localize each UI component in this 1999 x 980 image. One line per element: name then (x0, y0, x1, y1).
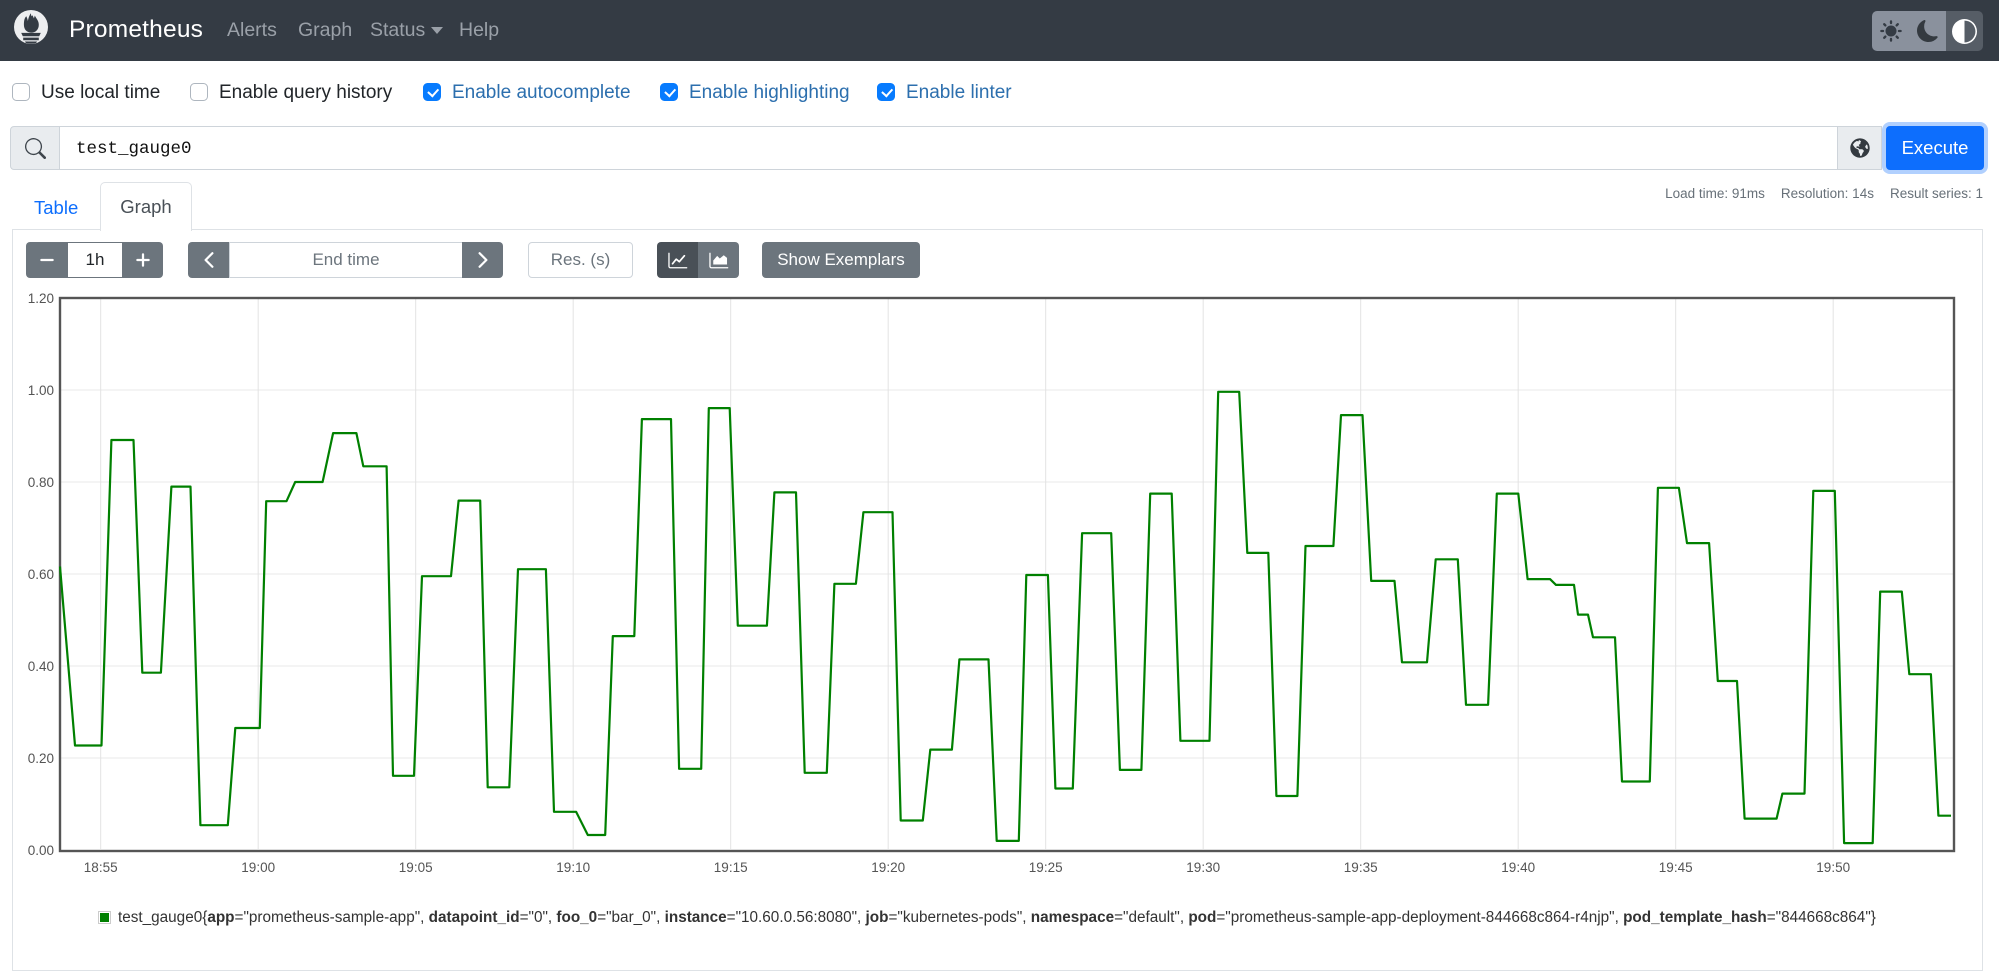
svg-text:1.00: 1.00 (28, 383, 54, 398)
svg-text:0.80: 0.80 (28, 475, 54, 490)
svg-text:18:55: 18:55 (84, 860, 118, 875)
svg-text:19:50: 19:50 (1816, 860, 1850, 875)
svg-text:0.60: 0.60 (28, 567, 54, 582)
svg-text:19:30: 19:30 (1186, 860, 1220, 875)
svg-text:0.20: 0.20 (28, 751, 54, 766)
svg-text:0.00: 0.00 (28, 843, 54, 858)
svg-text:19:05: 19:05 (399, 860, 433, 875)
svg-text:19:25: 19:25 (1029, 860, 1063, 875)
svg-text:19:20: 19:20 (871, 860, 905, 875)
svg-text:19:10: 19:10 (556, 860, 590, 875)
svg-text:19:35: 19:35 (1344, 860, 1378, 875)
svg-text:19:15: 19:15 (714, 860, 748, 875)
svg-text:19:00: 19:00 (241, 860, 275, 875)
svg-text:0.40: 0.40 (28, 659, 54, 674)
svg-text:19:40: 19:40 (1501, 860, 1535, 875)
svg-text:1.20: 1.20 (28, 291, 54, 306)
svg-text:19:45: 19:45 (1659, 860, 1693, 875)
